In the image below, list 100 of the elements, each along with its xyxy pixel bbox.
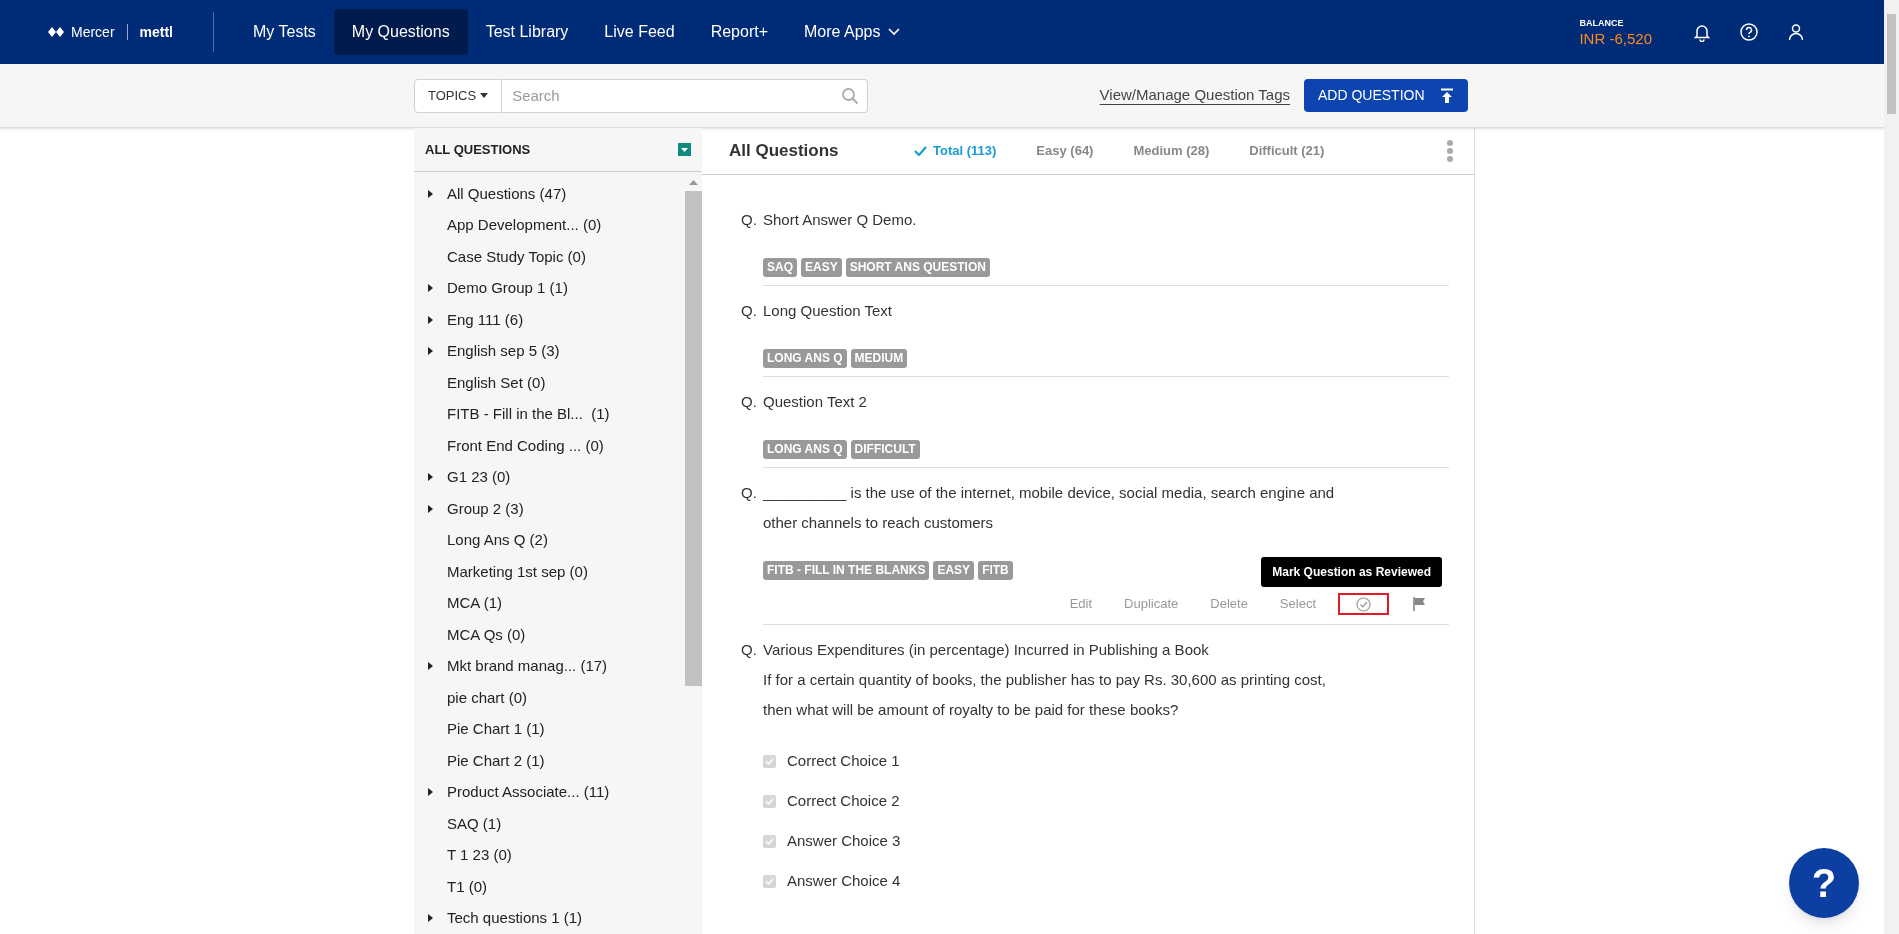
question-tag: DIFFICULT <box>850 440 920 459</box>
question-label: Q. <box>741 640 758 660</box>
chevron-down-icon <box>888 28 901 36</box>
filter-tab[interactable]: Medium (28) <box>1133 141 1210 161</box>
nav-tab[interactable]: Live Feed <box>586 9 693 55</box>
user-icon <box>1786 22 1806 42</box>
topic-item[interactable]: FITB - Fill in the Bl... (1) <box>447 403 610 426</box>
question-tag: SAQ <box>763 258 797 277</box>
topic-item[interactable]: T 1 23 (0) <box>447 844 512 867</box>
tooltip: Mark Question as Reviewed <box>1261 557 1442 587</box>
mark-reviewed-button[interactable] <box>1338 593 1389 615</box>
topics-dropdown[interactable]: TOPICS <box>414 78 503 113</box>
topic-item[interactable]: English Set (0) <box>447 371 546 394</box>
add-question-button[interactable]: ADD QUESTION <box>1304 79 1468 112</box>
check-circle-icon <box>1356 596 1371 612</box>
caret-right-icon <box>428 189 433 198</box>
topic-item[interactable]: SAQ (1) <box>447 812 502 835</box>
topic-item[interactable]: MCA (1) <box>447 592 502 615</box>
kebab-icon <box>1446 140 1454 162</box>
choice-label: Answer Choice 4 <box>787 870 901 891</box>
topic-item[interactable]: T1 (0) <box>447 875 487 898</box>
choice-label: Correct Choice 1 <box>787 750 900 771</box>
filter-tab[interactable]: Easy (64) <box>1036 141 1094 161</box>
topic-item[interactable]: Front End Coding ... (0) <box>447 434 604 457</box>
choice-label: Answer Choice 3 <box>787 830 901 851</box>
nav-tab[interactable]: My Questions <box>333 9 468 55</box>
topic-item[interactable]: MCA Qs (0) <box>447 623 526 646</box>
nav-tab[interactable]: Test Library <box>467 9 587 55</box>
question-label: Q. <box>741 483 758 503</box>
balance-label: BALANCE <box>1579 18 1625 28</box>
topic-item[interactable]: Group 2 (3) <box>447 497 524 520</box>
topic-item[interactable]: Case Study Topic (0) <box>447 245 586 268</box>
topic-item[interactable]: Tech questions 1 (1) <box>447 907 583 930</box>
collapse-toggle[interactable] <box>678 143 691 156</box>
search-icon <box>841 86 860 105</box>
flag-button[interactable] <box>1413 597 1426 611</box>
filter-tab[interactable]: Difficult (21) <box>1249 141 1325 161</box>
question-tag: FITB - FILL IN THE BLANKS <box>763 561 930 580</box>
question-tag: EASY <box>801 258 842 277</box>
question-label: Q. <box>741 392 758 412</box>
topic-item[interactable]: Product Associate... (11) <box>447 781 610 804</box>
caret-right-icon <box>428 504 433 513</box>
topic-item[interactable]: Mkt brand manag... (17) <box>447 655 608 678</box>
caret-right-icon <box>428 914 433 923</box>
question-tag: MEDIUM <box>850 349 908 368</box>
topic-item[interactable]: Pie Chart 1 (1) <box>447 718 545 741</box>
manage-tags-link[interactable]: View/Manage Question Tags <box>1099 84 1290 107</box>
question-tag: LONG ANS Q <box>763 349 847 368</box>
logo-text: mettl <box>139 22 173 42</box>
topic-item[interactable]: Marketing 1st sep (0) <box>447 560 588 583</box>
topic-item[interactable]: pie chart (0) <box>447 686 528 709</box>
question-tag: EASY <box>933 561 975 580</box>
question-text: __________ is the use of the internet, mobile device, social media, search engine and other channels to reach customers <box>763 483 1336 533</box>
question-tag: FITB <box>978 561 1013 580</box>
topic-item[interactable]: Long Ans Q (2) <box>447 529 548 552</box>
topic-item[interactable]: App Development... (0) <box>447 214 602 237</box>
help-icon <box>1739 22 1759 42</box>
balance-value: INR -6,520 <box>1579 30 1652 46</box>
nav-tab[interactable]: More Apps <box>786 9 919 55</box>
section-title: All Questions <box>729 140 840 163</box>
flag-icon <box>1413 597 1426 611</box>
topic-item[interactable]: All Questions (47) <box>447 182 567 205</box>
caret-right-icon <box>428 473 433 482</box>
topic-item[interactable]: Eng 111 (6) <box>447 308 524 331</box>
question-label: Q. <box>741 210 758 230</box>
caret-down-icon <box>681 147 688 152</box>
question-text: Long Question Text <box>763 301 893 321</box>
nav-tab[interactable]: Report+ <box>692 9 786 55</box>
question-label: Q. <box>741 301 758 321</box>
nav-tab[interactable]: My Tests <box>235 9 334 55</box>
more-options-button[interactable] <box>1446 140 1454 162</box>
caret-down-icon <box>480 93 489 98</box>
question-tag: LONG ANS Q <box>763 440 847 459</box>
notifications-button[interactable] <box>1692 22 1712 42</box>
topic-item[interactable]: G1 23 (0) <box>447 466 511 489</box>
profile-button[interactable] <box>1786 22 1806 42</box>
question-text: Various Expenditures (in percentage) Incurred in Publishing a Book <box>763 640 1210 660</box>
question-tag: SHORT ANS QUESTION <box>845 258 990 277</box>
sidebar-title: ALL QUESTIONS <box>425 140 531 159</box>
help-chat-button[interactable]: ? <box>1789 848 1859 918</box>
help-button[interactable] <box>1739 22 1759 42</box>
question-text: Question Text 2 <box>763 392 868 412</box>
caret-right-icon <box>428 662 433 671</box>
page-scrollbar[interactable] <box>1884 0 1899 934</box>
caret-right-icon <box>428 788 433 797</box>
topic-item[interactable]: Demo Group 1 (1) <box>447 277 568 300</box>
upload-icon <box>1440 87 1454 104</box>
topic-item[interactable]: English sep 5 (3) <box>447 340 560 363</box>
bell-icon <box>1692 22 1712 42</box>
check-icon <box>914 146 927 156</box>
logo-icon <box>47 26 65 38</box>
choice-label: Correct Choice 2 <box>787 790 900 811</box>
logo-text: Mercer <box>71 22 115 42</box>
scroll-up-icon <box>689 180 698 185</box>
topic-item[interactable]: Pie Chart 2 (1) <box>447 749 545 772</box>
question-text: Short Answer Q Demo. <box>763 210 918 230</box>
caret-right-icon <box>428 347 433 356</box>
question-text: If for a certain quantity of books, the publisher has to pay Rs. 30,600 as printing cost, <box>763 670 1327 690</box>
caret-right-icon <box>428 284 433 293</box>
caret-right-icon <box>428 315 433 324</box>
